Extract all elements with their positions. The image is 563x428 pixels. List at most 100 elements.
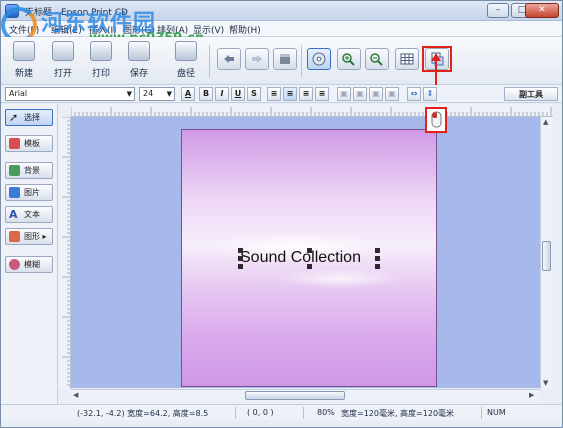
template-tool-button[interactable]: 模板 — [5, 135, 53, 152]
redo-button[interactable] — [245, 48, 269, 70]
template-tool-label: 模板 — [24, 139, 40, 148]
minimize-button[interactable]: – — [487, 3, 509, 18]
zoom-in-button[interactable] — [337, 48, 361, 70]
resize-handle[interactable] — [375, 264, 380, 269]
menu-edit[interactable]: 编辑(E) — [51, 23, 82, 36]
format-bar: Arial ▼ 24 ▼ A B I U S ≡ ≡ ≡ ≡ ▣ ▣ ▣ ▣ ⇔… — [1, 85, 562, 103]
strike-button[interactable]: S — [247, 87, 261, 101]
vertical-scrollbar[interactable]: ▲ ▼ — [540, 117, 552, 389]
template-icon — [9, 138, 20, 149]
close-button[interactable]: ✕ — [525, 3, 559, 18]
italic-button[interactable]: I — [215, 87, 229, 101]
disc-size-button[interactable]: 盘径 — [167, 41, 205, 81]
bold-button[interactable]: B — [199, 87, 213, 101]
menu-graphic[interactable]: 图形(G) — [123, 23, 155, 36]
window-title: 无标题 - Epson Print CD — [25, 8, 128, 18]
cursor-icon: ➚ — [9, 111, 19, 124]
tool-panel: ➚ 选择 模板 背景 图片 A 文本 图形 ▸ 模糊 — [1, 104, 58, 404]
text-tool-label: 文本 — [24, 210, 40, 219]
save-icon — [128, 41, 150, 61]
status-zoom: 80% — [317, 408, 335, 417]
resize-handle[interactable] — [307, 248, 312, 253]
font-size-select[interactable]: 24 ▼ — [139, 87, 175, 101]
toolbar-separator — [301, 45, 302, 77]
horizontal-scrollbar[interactable]: ◀ ▶ — [71, 389, 540, 401]
ungroup-button[interactable]: ▣ — [385, 87, 399, 101]
font-size-value: 24 — [143, 89, 154, 98]
mouse-icon — [431, 111, 442, 128]
status-divider — [481, 407, 482, 419]
menu-insert[interactable]: 插入(I) — [89, 23, 117, 36]
app-window: 无标题 - Epson Print CD – □ ✕ 文件(F) 编辑(E) 插… — [0, 0, 563, 428]
menu-file[interactable]: 文件(F) — [9, 23, 39, 36]
underline-button[interactable]: U — [231, 87, 245, 101]
font-family-select[interactable]: Arial ▼ — [5, 87, 135, 101]
blur-tool-button[interactable]: 模糊 — [5, 256, 53, 273]
design-text-object[interactable]: Sound Collection — [240, 249, 361, 267]
justify-button[interactable]: ≡ — [315, 87, 329, 101]
scroll-up-icon[interactable]: ▲ — [543, 118, 548, 126]
font-family-value: Arial — [9, 89, 28, 98]
align-center-button[interactable]: ≡ — [283, 87, 297, 101]
select-tool-button[interactable]: ➚ 选择 — [5, 109, 53, 126]
cd-icon — [312, 52, 326, 66]
label-page[interactable]: Sound Collection — [181, 129, 437, 387]
flip-vertical-button[interactable]: ⇕ — [423, 87, 437, 101]
disc-view-button[interactable] — [307, 48, 331, 70]
resize-handle[interactable] — [375, 256, 380, 261]
undo-icon — [224, 55, 234, 63]
resize-handle[interactable] — [375, 248, 380, 253]
shape-tool-button[interactable]: 图形 ▸ — [5, 228, 53, 245]
arrange-back-button[interactable]: ▣ — [353, 87, 367, 101]
flip-horizontal-button[interactable]: ⇔ — [407, 87, 421, 101]
group-button[interactable]: ▣ — [369, 87, 383, 101]
design-canvas[interactable]: Sound Collection — [71, 117, 540, 388]
resize-handle[interactable] — [238, 264, 243, 269]
chevron-down-icon: ▼ — [166, 90, 172, 98]
scroll-right-icon[interactable]: ▶ — [529, 391, 534, 399]
image-tool-button[interactable]: 图片 — [5, 184, 53, 201]
text-tool-button[interactable]: A 文本 — [5, 206, 53, 223]
align-right-button[interactable]: ≡ — [299, 87, 313, 101]
toolbar-separator — [209, 45, 210, 77]
menu-bar: 文件(F) 编辑(E) 插入(I) 图形(G) 排列(A) 显示(V) 帮助(H… — [1, 21, 562, 37]
horizontal-scroll-thumb[interactable] — [245, 391, 345, 400]
menu-arrange[interactable]: 排列(A) — [157, 23, 188, 36]
menu-view[interactable]: 显示(V) — [193, 23, 224, 36]
scroll-down-icon[interactable]: ▼ — [543, 379, 548, 387]
arrange-front-button[interactable]: ▣ — [337, 87, 351, 101]
image-tool-label: 图片 — [24, 188, 40, 197]
align-left-button[interactable]: ≡ — [267, 87, 281, 101]
font-color-button[interactable]: A — [181, 87, 195, 101]
resize-handle[interactable] — [238, 248, 243, 253]
disc-label: 盘径 — [176, 69, 195, 79]
cube-icon — [280, 54, 290, 64]
title-bar: 无标题 - Epson Print CD – □ ✕ — [1, 1, 562, 21]
grid-button[interactable] — [395, 48, 419, 70]
status-divider — [235, 407, 236, 419]
zoom-out-button[interactable] — [365, 48, 389, 70]
background-icon — [9, 165, 20, 176]
vertical-scroll-thumb[interactable] — [542, 241, 551, 271]
resize-handle[interactable] — [238, 256, 243, 261]
object-button[interactable] — [273, 48, 297, 70]
menu-help[interactable]: 帮助(H) — [229, 23, 261, 36]
new-file-icon — [13, 41, 35, 61]
save-button[interactable]: 保存 — [120, 41, 158, 81]
sub-tool-button[interactable]: 副工具 — [504, 87, 558, 101]
print-label: 打印 — [91, 69, 110, 79]
resize-handle[interactable] — [307, 264, 312, 269]
print-button[interactable]: 打印 — [82, 41, 120, 81]
image-icon — [9, 187, 20, 198]
undo-button[interactable] — [217, 48, 241, 70]
chevron-down-icon: ▼ — [126, 90, 132, 98]
highlight-box-mouse — [425, 107, 447, 133]
scroll-left-icon[interactable]: ◀ — [73, 391, 78, 399]
new-button[interactable]: 新建 — [5, 41, 43, 81]
open-button[interactable]: 打开 — [44, 41, 82, 81]
grid-icon — [400, 53, 414, 65]
shape-icon — [9, 231, 20, 242]
zoom-in-icon — [342, 53, 355, 66]
background-tool-button[interactable]: 背景 — [5, 162, 53, 179]
text-icon: A — [9, 208, 18, 221]
